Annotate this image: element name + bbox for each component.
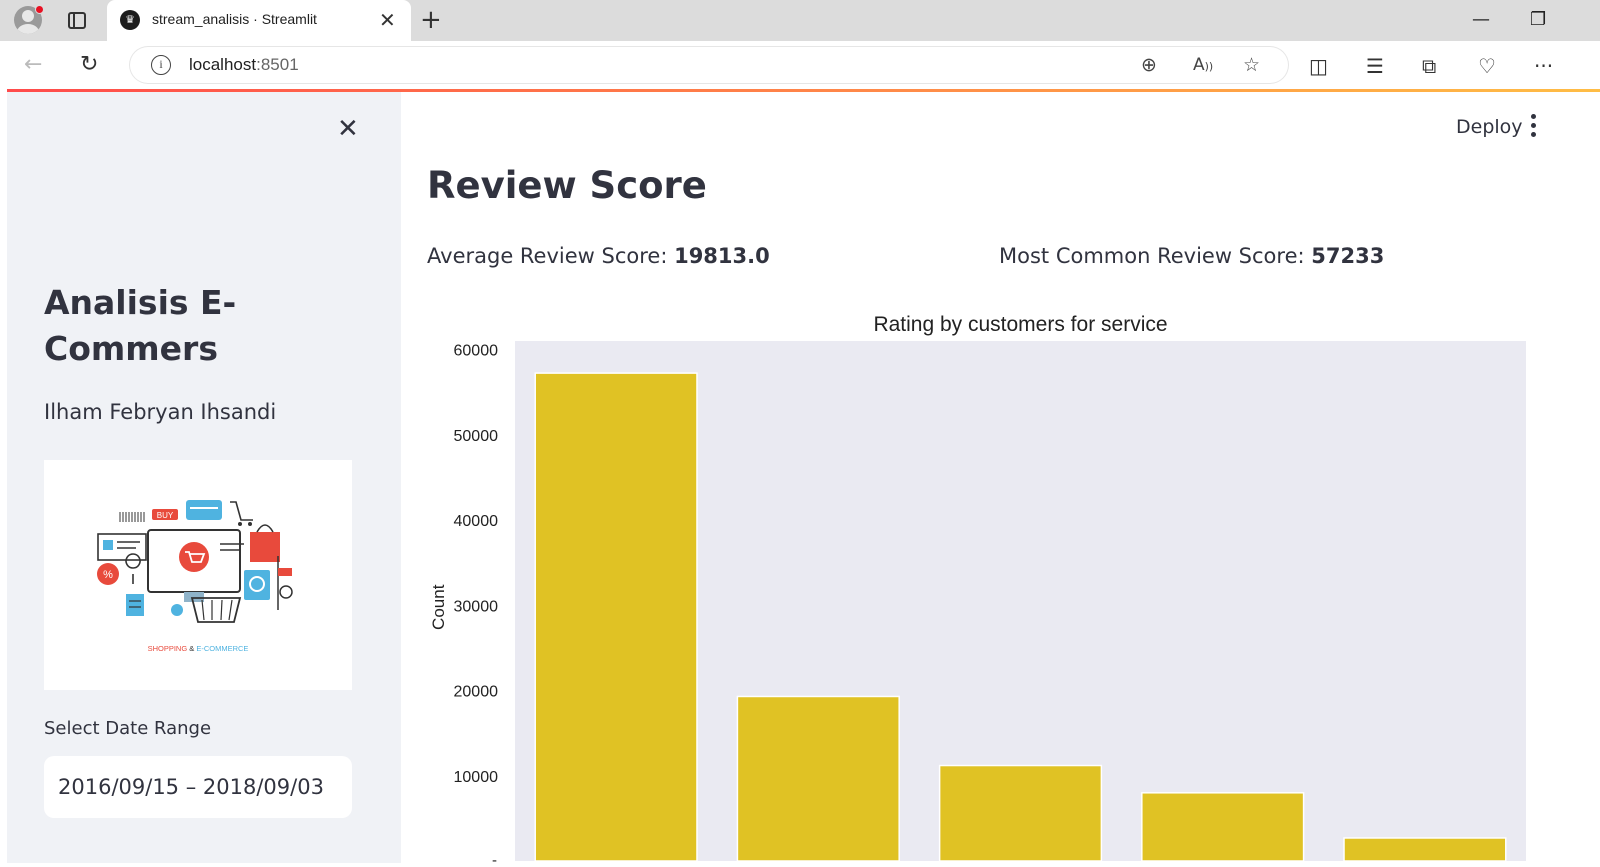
date-range-label: Select Date Range xyxy=(44,718,212,739)
chart-y-axis-label: Count xyxy=(429,584,448,630)
ecommerce-illustration: BUY % SHOPPING & E-COMMERCE xyxy=(44,460,352,690)
sidebar: ✕ Analisis E-Commers Ilham Febryan Ihsan… xyxy=(7,92,401,863)
zoom-icon[interactable]: ⊕ xyxy=(1141,53,1157,77)
common-review-label: Most Common Review Score: xyxy=(999,244,1312,268)
browser-tab-active[interactable]: ♛ stream_analisis · Streamlit ✕ xyxy=(107,0,411,41)
minimize-icon[interactable]: — xyxy=(1472,8,1490,32)
main-content: Deploy Review Score Average Review Score… xyxy=(401,92,1600,867)
chart-bar xyxy=(534,372,698,862)
notification-dot-icon xyxy=(35,5,44,14)
collections-icon[interactable]: ⧉ xyxy=(1422,54,1436,78)
image-caption-amp: & xyxy=(187,644,196,653)
split-screen-icon[interactable]: ◫ xyxy=(1309,54,1328,78)
reload-icon[interactable]: ↻ xyxy=(80,51,98,79)
main-menu-icon[interactable] xyxy=(1528,114,1538,142)
new-tab-icon[interactable]: + xyxy=(420,4,442,36)
read-aloud-icon[interactable]: A)) xyxy=(1193,53,1213,79)
chart-title: Rating by customers for service xyxy=(873,313,1167,336)
y-tick-label: 20000 xyxy=(454,684,499,701)
common-review-value: 57233 xyxy=(1311,244,1385,268)
deploy-button[interactable]: Deploy xyxy=(1456,116,1523,138)
sidebar-title: Analisis E-Commers xyxy=(44,283,237,368)
address-bar[interactable]: i localhost:8501 ⊕ A)) ☆ xyxy=(129,46,1289,84)
tab-title: stream_analisis · Streamlit xyxy=(152,11,317,27)
buy-badge-text: BUY xyxy=(157,511,174,520)
more-menu-icon[interactable]: ··· xyxy=(1534,54,1553,78)
ecommerce-illustration-icon: BUY % SHOPPING & E-COMMERCE xyxy=(97,500,293,653)
author-name: Ilham Febryan Ihsandi xyxy=(44,400,277,424)
back-icon[interactable]: ← xyxy=(24,51,42,79)
average-review-value: 19813.0 xyxy=(674,244,770,268)
streamlit-favicon-icon: ♛ xyxy=(120,10,140,30)
image-caption-shopping: SHOPPING xyxy=(148,644,188,653)
site-info-icon[interactable]: i xyxy=(151,55,171,75)
url-port: :8501 xyxy=(256,55,299,74)
common-review-metric: Most Common Review Score: 57233 xyxy=(999,244,1384,268)
y-tick-label: - xyxy=(492,852,497,863)
average-review-metric: Average Review Score: 19813.0 xyxy=(427,244,770,268)
y-tick-label: 60000 xyxy=(454,343,499,360)
y-tick-label: 10000 xyxy=(454,769,499,786)
y-tick-label: 30000 xyxy=(454,598,499,615)
image-caption-ecommerce: E-COMMERCE xyxy=(196,644,248,653)
average-review-label: Average Review Score: xyxy=(427,244,675,268)
restore-icon[interactable]: ❐ xyxy=(1530,8,1546,32)
tab-actions-icon[interactable] xyxy=(68,12,86,29)
favorites-icon[interactable]: ☰ xyxy=(1366,54,1384,78)
y-tick-label: 50000 xyxy=(454,428,499,445)
url-text[interactable]: localhost:8501 xyxy=(189,55,299,75)
url-host: localhost xyxy=(189,55,257,74)
svg-text:%: % xyxy=(103,569,113,581)
chart-bar xyxy=(1343,837,1507,862)
date-range-input[interactable]: 2016/09/15 – 2018/09/03 xyxy=(44,756,352,818)
rating-bar-chart: Rating by customers for service Count - 1… xyxy=(423,306,1553,867)
chart-svg: Rating by customers for service Count - 1… xyxy=(429,313,1526,867)
browser-tab-bar: ♛ stream_analisis · Streamlit ✕ + — ❐ xyxy=(0,0,1600,41)
browser-essentials-icon[interactable]: ♡ xyxy=(1478,54,1496,78)
chart-bar xyxy=(1141,792,1305,862)
favorite-star-icon[interactable]: ☆ xyxy=(1243,53,1260,77)
y-tick-label: 40000 xyxy=(454,513,499,530)
page-title: Review Score xyxy=(427,164,707,207)
browser-toolbar: ← ↻ i localhost:8501 ⊕ A)) ☆ ◫ ☰ ⧉ ♡ ··· xyxy=(0,41,1600,89)
tab-close-icon[interactable]: ✕ xyxy=(379,8,396,32)
chart-bar xyxy=(938,764,1103,862)
sidebar-close-icon[interactable]: ✕ xyxy=(337,114,359,144)
svg-text:SHOPPING & E-COMMERCE: SHOPPING & E-COMMERCE xyxy=(148,644,249,653)
chart-bar xyxy=(736,695,900,862)
